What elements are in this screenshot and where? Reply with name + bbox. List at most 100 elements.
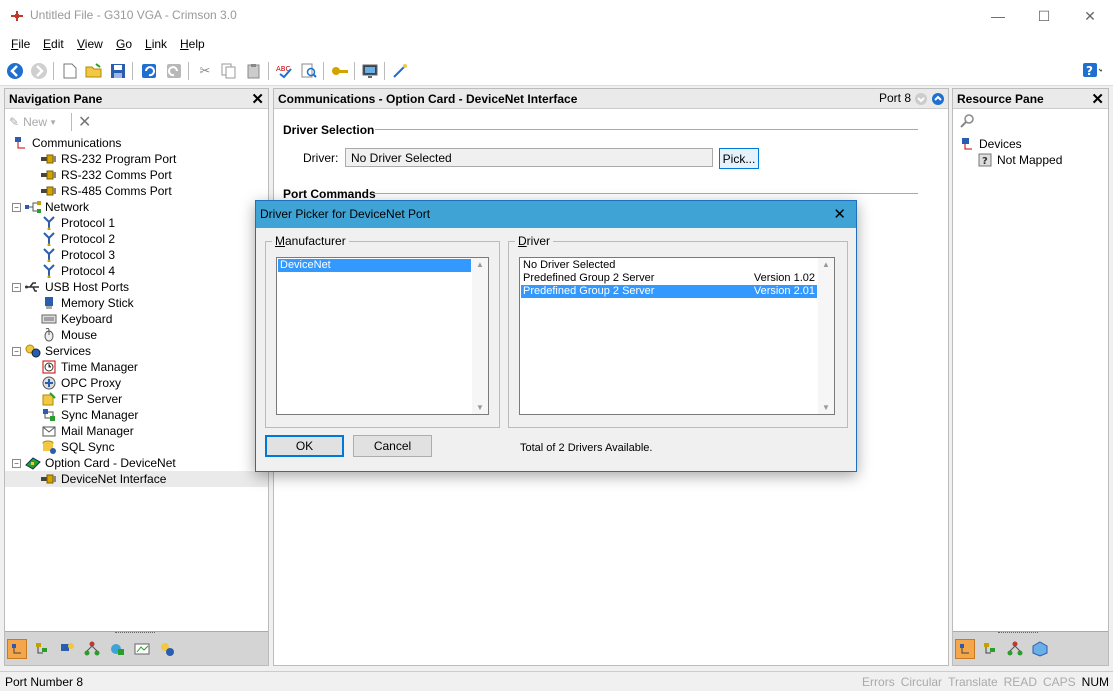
status-indicator: READ xyxy=(1003,675,1037,689)
menu-edit[interactable]: Edit xyxy=(43,37,64,51)
driver-item[interactable]: Predefined Group 2 Server Version 2.01 xyxy=(521,285,817,298)
title-bar: Untitled File - G310 VGA - Crimson 3.0 —… xyxy=(0,0,1113,32)
menu-go[interactable]: Go xyxy=(116,37,132,51)
editor-title: Communications - Option Card - DeviceNet… xyxy=(278,92,578,106)
save-icon[interactable] xyxy=(108,61,128,81)
manufacturer-item[interactable]: DeviceNet xyxy=(278,259,471,272)
driver-scrollbar[interactable]: ▲ ▼ xyxy=(818,258,834,414)
tree-item[interactable]: − Option Card - DeviceNet xyxy=(5,455,268,471)
minimize-button[interactable]: — xyxy=(975,0,1021,32)
tree-item[interactable]: − Network xyxy=(5,199,268,215)
devices-node[interactable]: Devices xyxy=(959,136,1022,152)
programs-resource-icon[interactable] xyxy=(1005,639,1025,659)
ok-button[interactable]: OK xyxy=(265,435,344,457)
forward-icon[interactable] xyxy=(29,61,49,81)
new-file-icon[interactable] xyxy=(60,61,80,81)
devices-icon xyxy=(959,137,975,151)
close-icon[interactable]: ✕ xyxy=(251,90,264,108)
tree-item[interactable]: OPC Proxy xyxy=(5,375,268,391)
tree-item[interactable]: − USB Host Ports xyxy=(5,279,268,295)
display-pages-category-icon[interactable] xyxy=(57,639,77,659)
driver-name: Predefined Group 2 Server xyxy=(523,285,655,297)
redo-icon[interactable] xyxy=(164,61,184,81)
programs-category-icon[interactable] xyxy=(82,639,102,659)
tree-item[interactable]: SQL Sync xyxy=(5,439,268,455)
menu-help[interactable]: Help xyxy=(180,37,205,51)
monitor-icon[interactable] xyxy=(360,61,380,81)
next-port-icon[interactable] xyxy=(914,92,928,109)
data-logger-category-icon[interactable] xyxy=(132,639,152,659)
scroll-down-icon[interactable]: ▼ xyxy=(476,403,484,412)
tree-item[interactable]: Time Manager xyxy=(5,359,268,375)
web-server-category-icon[interactable] xyxy=(107,639,127,659)
cancel-button[interactable]: Cancel xyxy=(353,435,432,457)
paste-icon[interactable] xyxy=(244,61,264,81)
tree-item[interactable]: Sync Manager xyxy=(5,407,268,423)
menu-view[interactable]: View xyxy=(77,37,103,51)
cube-category-icon[interactable] xyxy=(1030,639,1050,659)
security-category-icon[interactable] xyxy=(157,639,177,659)
help-icon[interactable]: ? xyxy=(1082,61,1102,81)
mail-icon xyxy=(41,424,57,438)
menu-link[interactable]: Link xyxy=(145,37,167,51)
port-icon xyxy=(41,168,57,182)
tree-item-label: SQL Sync xyxy=(61,440,115,454)
driver-item[interactable]: Predefined Group 2 Server Version 1.02 xyxy=(521,272,817,285)
tree-item[interactable]: DeviceNet Interface xyxy=(5,471,268,487)
resource-category-bar xyxy=(953,631,1108,665)
close-button[interactable]: ✕ xyxy=(1067,0,1113,32)
previous-port-icon[interactable] xyxy=(931,92,945,109)
collapse-icon[interactable]: − xyxy=(12,202,21,212)
maximize-button[interactable]: ☐ xyxy=(1021,0,1067,32)
tree-item[interactable]: FTP Server xyxy=(5,391,268,407)
communications-category-icon[interactable] xyxy=(7,639,27,659)
collapse-icon[interactable]: − xyxy=(12,282,21,292)
tree-item[interactable]: Mail Manager xyxy=(5,423,268,439)
tree-item[interactable]: Protocol 3 xyxy=(5,247,268,263)
wand-icon[interactable] xyxy=(390,61,410,81)
driver-field: No Driver Selected xyxy=(345,148,713,167)
back-icon[interactable] xyxy=(5,61,25,81)
pick-button[interactable]: Pick... xyxy=(719,148,759,169)
tree-item[interactable]: RS-485 Comms Port xyxy=(5,183,268,199)
manufacturer-scrollbar[interactable]: ▲ ▼ xyxy=(472,258,488,414)
tree-item[interactable]: Protocol 4 xyxy=(5,263,268,279)
cut-icon[interactable]: ✂ xyxy=(195,61,215,81)
collapse-icon[interactable]: − xyxy=(12,458,21,468)
manufacturer-list[interactable]: DeviceNet ▲ ▼ xyxy=(276,257,489,415)
driver-version: Version 1.02 xyxy=(753,272,815,284)
driver-list[interactable]: No Driver Selected Predefined Group 2 Ser… xyxy=(519,257,835,415)
collapse-icon[interactable]: − xyxy=(12,346,21,356)
menu-file[interactable]: File xyxy=(11,37,30,51)
tree-item[interactable]: Keyboard xyxy=(5,311,268,327)
scroll-up-icon[interactable]: ▲ xyxy=(822,260,830,269)
search-icon[interactable] xyxy=(959,113,975,132)
scroll-down-icon[interactable]: ▼ xyxy=(822,403,830,412)
spell-check-icon[interactable]: ABC xyxy=(275,61,295,81)
new-button[interactable]: ✎ New ▼ xyxy=(9,112,57,132)
close-icon[interactable]: ✕ xyxy=(1091,90,1104,108)
open-folder-icon[interactable] xyxy=(84,61,104,81)
dialog-title: Driver Picker for DeviceNet Port xyxy=(260,207,431,221)
scroll-up-icon[interactable]: ▲ xyxy=(476,260,484,269)
tree-item[interactable]: RS-232 Comms Port xyxy=(5,167,268,183)
data-tags-category-icon[interactable] xyxy=(32,639,52,659)
tree-item[interactable]: Protocol 1 xyxy=(5,215,268,231)
close-icon[interactable]: ✕ xyxy=(833,205,846,223)
find-icon[interactable] xyxy=(299,61,319,81)
not-mapped-node[interactable]: ? Not Mapped xyxy=(977,152,1062,168)
delete-icon[interactable]: ✕ xyxy=(78,112,91,132)
undo-icon[interactable] xyxy=(139,61,159,81)
tree-item[interactable]: − Services xyxy=(5,343,268,359)
key-icon[interactable] xyxy=(330,61,350,81)
tree-item[interactable]: Protocol 2 xyxy=(5,231,268,247)
devices-category-icon[interactable] xyxy=(955,639,975,659)
tree-item[interactable]: RS-232 Program Port xyxy=(5,151,268,167)
tags-category-icon[interactable] xyxy=(980,639,1000,659)
tree-item[interactable]: Memory Stick xyxy=(5,295,268,311)
tree-item[interactable]: Communications xyxy=(5,135,268,151)
copy-icon[interactable] xyxy=(219,61,239,81)
tree-item[interactable]: Mouse xyxy=(5,327,268,343)
driver-item[interactable]: No Driver Selected xyxy=(521,259,817,272)
not-mapped-label: Not Mapped xyxy=(997,153,1063,167)
